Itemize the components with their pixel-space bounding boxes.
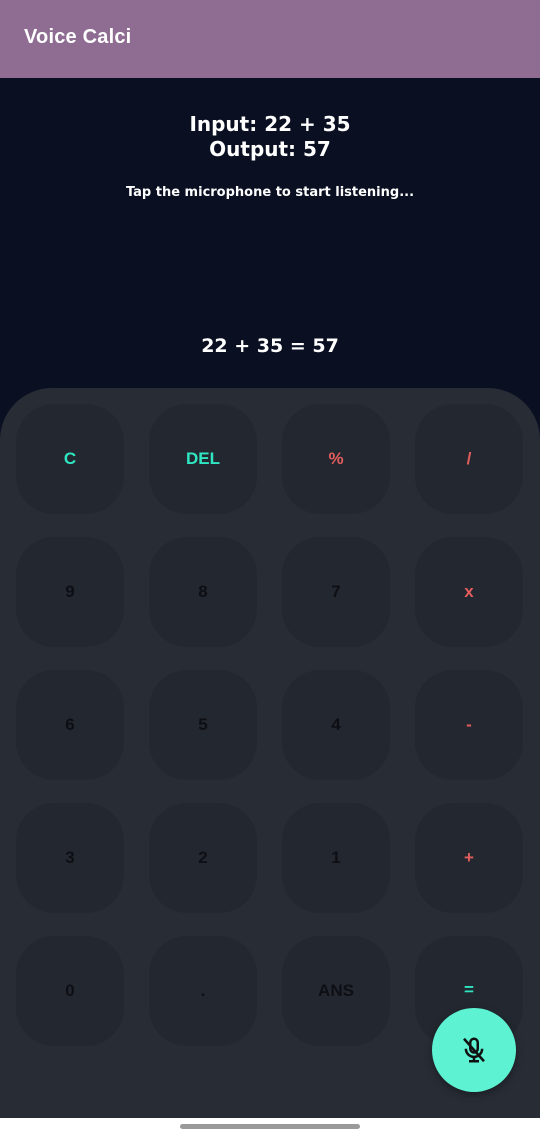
digit-2-button[interactable]: 2	[149, 803, 257, 913]
listening-hint: Tap the microphone to start listening...	[125, 185, 415, 200]
digit-1-button[interactable]: 1	[282, 803, 390, 913]
app-title: Voice Calci	[24, 26, 132, 48]
plus-button[interactable]: +	[415, 803, 523, 913]
digit-3-button[interactable]: 3	[16, 803, 124, 913]
digit-9-button[interactable]: 9	[16, 537, 124, 647]
ans-button[interactable]: ANS	[282, 936, 390, 1046]
digit-6-button[interactable]: 6	[16, 670, 124, 780]
mic-off-icon	[463, 1037, 485, 1063]
microphone-button[interactable]	[432, 1008, 516, 1092]
digit-7-button[interactable]: 7	[282, 537, 390, 647]
percent-button[interactable]: %	[282, 404, 390, 514]
equals-label: =	[464, 980, 474, 999]
output-line: Output: 57	[209, 137, 331, 161]
digit-4-button[interactable]: 4	[282, 670, 390, 780]
clear-button[interactable]: C	[16, 404, 124, 514]
multiply-button[interactable]: x	[415, 537, 523, 647]
navigation-bar	[0, 1118, 540, 1140]
input-line: Input: 22 + 35	[189, 112, 351, 136]
digit-5-button[interactable]: 5	[149, 670, 257, 780]
app-bar: Voice Calci	[0, 0, 540, 78]
minus-button[interactable]: -	[415, 670, 523, 780]
result-expression: 22 + 35 = 57	[201, 335, 339, 357]
digit-8-button[interactable]: 8	[149, 537, 257, 647]
decimal-button[interactable]: .	[149, 936, 257, 1046]
delete-button[interactable]: DEL	[149, 404, 257, 514]
home-indicator[interactable]	[180, 1124, 360, 1129]
digit-0-button[interactable]: 0	[16, 936, 124, 1046]
divide-button[interactable]: /	[415, 404, 523, 514]
